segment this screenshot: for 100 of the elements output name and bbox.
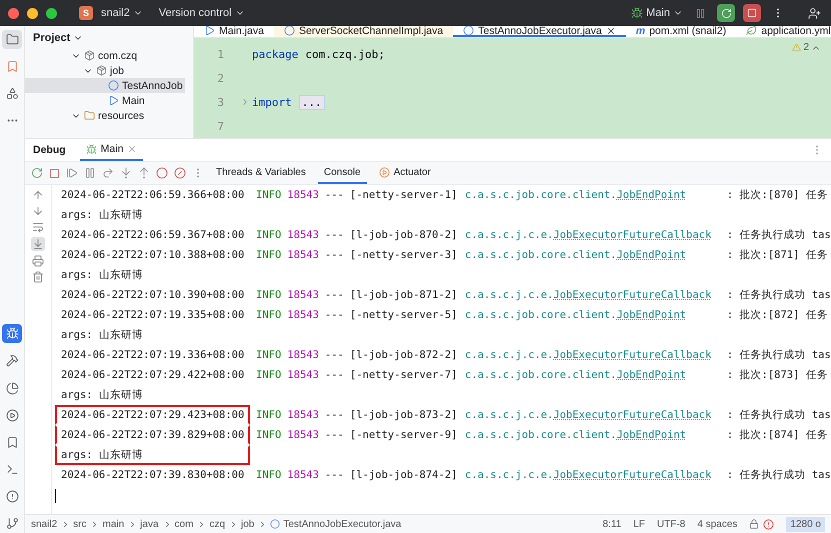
log-message: : 批次:[874] 任务 <box>726 428 828 442</box>
chevron-right-icon <box>229 520 238 528</box>
status-item[interactable]: 4 spaces <box>697 518 738 530</box>
tree-item[interactable]: com.czq <box>25 48 185 63</box>
bookmark-icon <box>6 436 18 449</box>
actuator-icon <box>378 166 390 178</box>
debug-tool-button[interactable] <box>2 324 22 344</box>
scroll-to-end-button[interactable] <box>31 237 45 251</box>
log-thread: [l-job-job-872-2] <box>350 349 458 361</box>
editor-tab[interactable]: ServerSocketChannelImpl.java <box>274 26 454 37</box>
window-zoom-button[interactable] <box>46 8 57 18</box>
window-minimize-button[interactable] <box>27 8 38 18</box>
log-message: : 任务执行成功 tas <box>726 348 831 362</box>
log-logger: c.a.s.c.job.core.client.JobEndPoint <box>464 369 688 381</box>
folder-icon <box>6 33 18 46</box>
print-icon <box>32 255 44 267</box>
log-level: INFO <box>256 309 282 321</box>
log-logger: c.a.s.c.j.c.e.JobExecutorFutureCallback <box>464 409 712 421</box>
debug-panel-title: Debug <box>33 144 66 156</box>
log-timestamp: 2024-06-22T22:07:39.829+08:00 <box>55 425 250 445</box>
memory-indicator[interactable]: 1280 o <box>786 516 825 532</box>
status-item[interactable]: LF <box>633 518 646 530</box>
log-timestamp: 2024-06-22T22:07:29.422+08:00 <box>60 368 246 383</box>
log-thread: [l-job-job-873-2] <box>350 409 458 421</box>
log-level: INFO <box>256 469 282 481</box>
resume-icon <box>66 167 78 179</box>
window-close-button[interactable] <box>8 8 19 18</box>
pause-icon <box>84 167 96 179</box>
log-logger: c.a.s.c.job.core.client.JobEndPoint <box>464 309 688 321</box>
log-logger: c.a.s.c.job.core.client.JobEndPoint <box>464 429 688 441</box>
warning-count[interactable]: 2 <box>792 42 821 53</box>
log-timestamp: 2024-06-22T22:07:39.830+08:00 <box>60 468 246 483</box>
breadcrumb-item[interactable]: job <box>241 518 254 530</box>
log-separator: --- <box>324 349 344 361</box>
shapes-icon <box>6 87 18 100</box>
breadcrumb-item[interactable]: czq <box>209 518 225 530</box>
log-thread: [-netty-server-3] <box>350 249 458 261</box>
run-class-icon <box>204 26 215 36</box>
terminal-icon <box>6 462 18 476</box>
log-message: : 批次:[873] 任务 <box>726 368 828 382</box>
log-level: INFO <box>256 289 282 301</box>
stop-button[interactable] <box>743 4 761 22</box>
line-number: 1 <box>216 48 225 60</box>
log-pid: 18543 <box>287 429 319 441</box>
log-separator: --- <box>324 189 344 201</box>
log-thread: [-netty-server-9] <box>350 429 458 441</box>
tree-item[interactable]: job <box>25 63 185 78</box>
status-item[interactable]: 8:11 <box>602 518 622 530</box>
log-message: : 任务执行成功 tas <box>726 408 831 422</box>
rerun-icon <box>31 167 43 179</box>
log-thread: [l-job-job-870-2] <box>350 229 458 241</box>
log-pid: 18543 <box>287 229 319 241</box>
breadcrumb-item[interactable]: java <box>140 518 159 530</box>
lock-icon <box>749 519 760 529</box>
run-config-selector[interactable]: Main <box>631 7 683 19</box>
close-icon <box>606 26 616 36</box>
rerun-button[interactable] <box>717 4 735 22</box>
tree-item[interactable]: Main <box>25 93 185 108</box>
debug-tab[interactable]: Actuator <box>372 162 437 184</box>
tree-item[interactable]: resources <box>25 108 185 123</box>
log-pid: 18543 <box>287 349 319 361</box>
log-level: INFO <box>256 349 282 361</box>
package-icon <box>96 65 107 76</box>
log-pid: 18543 <box>287 409 319 421</box>
error-icon <box>763 518 774 530</box>
folded-code[interactable]: ... <box>298 94 325 110</box>
log-logger: c.a.s.c.j.c.e.JobExecutorFutureCallback <box>464 289 712 301</box>
editor-tab[interactable]: TestAnnoJobExecutor.java <box>453 26 626 37</box>
project-panel-title[interactable]: Project <box>25 26 193 48</box>
status-item[interactable]: UTF-8 <box>657 518 686 530</box>
run-class-icon <box>108 95 119 106</box>
breadcrumb-item[interactable]: src <box>73 518 86 530</box>
step-out-icon <box>138 167 150 179</box>
bug-icon <box>86 144 97 154</box>
warning-icon <box>792 43 802 52</box>
breadcrumb-item[interactable]: com <box>174 518 194 530</box>
log-pid: 18543 <box>287 309 319 321</box>
project-menu[interactable]: snail2 <box>101 7 143 19</box>
vcs-menu[interactable]: Version control <box>158 7 245 19</box>
debug-tab[interactable]: Threads & Variables <box>210 162 312 184</box>
log-message: : 批次:[871] 任务 <box>726 248 828 262</box>
tree-item[interactable]: TestAnnoJob <box>25 78 185 93</box>
log-message: : 批次:[870] 任务 <box>726 188 828 202</box>
log-thread: [-netty-server-1] <box>350 189 458 201</box>
breadcrumb-item[interactable]: snail2 <box>31 518 58 530</box>
play-circle-icon <box>6 408 18 422</box>
breadcrumb-item[interactable]: TestAnnoJobExecutor.java <box>283 518 402 530</box>
project-tool-button[interactable] <box>2 30 22 50</box>
log-separator: --- <box>324 409 344 421</box>
folder-icon <box>84 110 95 121</box>
debug-tab[interactable]: Console <box>318 162 367 184</box>
git-branch-icon <box>6 516 18 530</box>
log-thread: [l-job-job-871-2] <box>350 289 458 301</box>
text-cursor <box>55 489 56 503</box>
log-timestamp: 2024-06-22T22:07:29.423+08:00 <box>55 405 250 425</box>
console-line: args: 山东研博 <box>60 388 144 403</box>
log-logger: c.a.s.c.j.c.e.JobExecutorFutureCallback <box>464 349 712 361</box>
breadcrumb-item[interactable]: main <box>102 518 124 530</box>
line-number: 3 <box>216 96 225 108</box>
add-user-icon <box>808 6 820 20</box>
